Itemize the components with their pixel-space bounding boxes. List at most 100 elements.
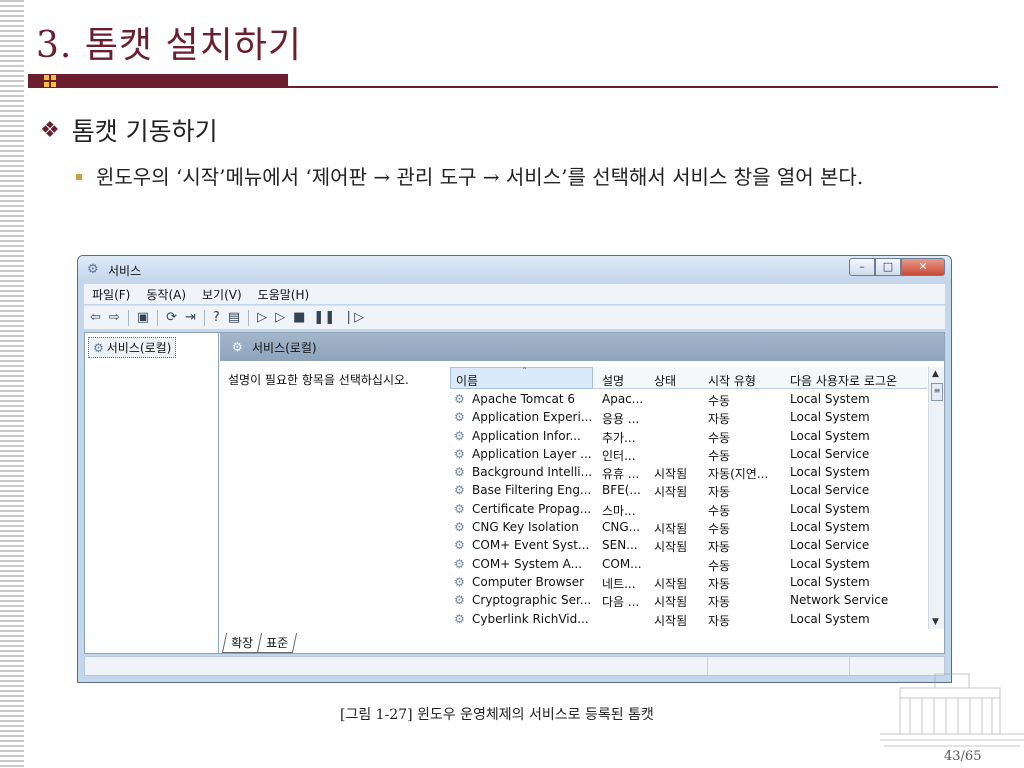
cell-status: 시작됨: [654, 522, 688, 537]
back-arrow-icon[interactable]: ⇦: [90, 310, 101, 325]
window-title: 서비스: [108, 264, 142, 278]
vertical-scrollbar[interactable]: ▲ ≡ ▼: [928, 367, 944, 629]
tab-standard[interactable]: 표준: [256, 633, 298, 653]
cell-name: CNG Key Isolation: [472, 520, 579, 535]
toolbar-separator: [127, 309, 129, 326]
cell-startup: 수동: [708, 503, 731, 518]
column-header-status[interactable]: 상태: [654, 372, 676, 389]
stop-service-icon[interactable]: ■: [293, 310, 305, 325]
cell-startup: 수동: [708, 522, 731, 537]
console-tree-icon[interactable]: ▣: [137, 310, 149, 325]
table-row[interactable]: ⚙ Certificate Propag... 스마... 수동 Local Syste…: [450, 500, 927, 518]
scroll-up-icon[interactable]: ▲: [932, 369, 939, 379]
menu-view[interactable]: 보기(V): [202, 286, 242, 303]
cell-desc: 인터...: [602, 448, 636, 463]
column-header-name[interactable]: ⌃ 이름: [450, 366, 593, 389]
table-row[interactable]: ⚙ Computer Browser 네트... 시작됨 자동 Local System: [450, 573, 927, 591]
table-row[interactable]: ⚙ Base Filtering Eng... BFE(... 시작됨 자동 Local …: [450, 481, 927, 499]
cell-name: Cryptographic Ser...: [472, 593, 592, 608]
status-segment: [849, 657, 850, 675]
service-gear-icon: ⚙: [454, 556, 465, 571]
cell-logon: Local Service: [790, 483, 870, 498]
cell-name: Background Intelli...: [472, 465, 593, 480]
page-number: 43/65: [944, 749, 982, 764]
service-gear-icon: ⚙: [454, 593, 465, 608]
close-button[interactable]: ✕: [901, 258, 945, 276]
cell-desc: COM...: [602, 556, 642, 571]
table-row[interactable]: ⚙ Application Layer ... 인터... 수동 Local Servi…: [450, 445, 927, 463]
properties-icon[interactable]: ▤: [228, 310, 240, 325]
export-list-icon[interactable]: ⇥: [185, 310, 196, 325]
services-gear-icon: ⚙: [93, 341, 104, 355]
table-row[interactable]: ⚙ Cyberlink RichVid... 시작됨 자동 Local System: [450, 610, 927, 628]
scroll-thumb[interactable]: ≡: [931, 383, 943, 401]
cell-logon: Local System: [790, 611, 870, 626]
table-row[interactable]: ⚙ COM+ System A... COM... 수동 Local System: [450, 555, 927, 573]
cell-startup: 자동: [708, 613, 731, 628]
cell-logon: Local Service: [790, 446, 870, 461]
refresh-icon[interactable]: ⟳: [166, 310, 177, 325]
description-prompt: 설명이 필요한 항목을 선택하십시오.: [228, 373, 409, 387]
bullet-level2: 윈도우의 ‘시작’메뉴에서 ‘제어판 → 관리 도구 → 서비스’를 선택해서 …: [76, 156, 996, 198]
table-row[interactable]: ⚙ CNG Key Isolation CNG... 시작됨 수동 Local Syste…: [450, 518, 927, 536]
table-row[interactable]: ⚙ COM+ Event Syst... SEN... 시작됨 자동 Local Serv…: [450, 536, 927, 554]
cell-status: 시작됨: [654, 467, 688, 482]
help-icon[interactable]: ?: [213, 310, 220, 325]
pause-service-icon[interactable]: ❚❚: [313, 310, 335, 325]
cell-startup: 수동: [708, 430, 731, 445]
cell-logon: Local System: [790, 392, 870, 406]
restart-service-icon[interactable]: ❘▷: [343, 310, 364, 325]
table-row[interactable]: ⚙ Cryptographic Ser... 다음 ... 시작됨 자동 Network …: [450, 591, 927, 609]
forward-arrow-icon[interactable]: ⇨: [109, 310, 120, 325]
cell-desc: 네트...: [602, 576, 636, 591]
service-gear-icon: ⚙: [454, 501, 465, 516]
menu-help[interactable]: 도움말(H): [258, 286, 310, 303]
table-row[interactable]: ⚙ Application Infor... 추가... 수동 Local System: [450, 427, 927, 445]
bullet-level1: ❖ 톰캣 기동하기: [40, 112, 218, 148]
window-titlebar[interactable]: ⚙ 서비스 – □ ✕: [78, 256, 951, 282]
table-row[interactable]: ⚙ Apache Tomcat 6 Apac... 수동 Local System: [450, 390, 927, 408]
service-gear-icon: ⚙: [454, 483, 465, 498]
cell-desc: 다음 ...: [602, 595, 640, 610]
cell-status: 시작됨: [654, 613, 688, 628]
cell-logon: Local System: [790, 428, 870, 443]
tree-item-services-local[interactable]: ⚙ 서비스(로컬): [88, 337, 177, 358]
tab-extended[interactable]: 확장: [221, 633, 263, 653]
service-gear-icon: ⚙: [454, 428, 465, 443]
cell-logon: Local System: [790, 520, 870, 535]
service-gear-icon: ⚙: [454, 538, 465, 553]
maximize-button[interactable]: □: [875, 258, 901, 276]
cell-startup: 자동(지연...: [708, 467, 769, 482]
toolbar: ⇦ ⇨ ▣ ⟳ ⇥ ? ▤ ▷ ▷ ■ ❚❚ ❘▷: [84, 305, 945, 329]
console-tree: ⚙ 서비스(로컬): [85, 333, 219, 653]
list-header: ⌃ 이름 설명 상태 시작 유형 다음 사용자로 로그온: [450, 366, 927, 389]
cell-logon: Network Service: [790, 593, 889, 608]
menu-action[interactable]: 동작(A): [146, 286, 186, 303]
service-gear-icon: ⚙: [454, 611, 465, 626]
column-header-description[interactable]: 설명: [602, 372, 624, 389]
cell-startup: 수동: [708, 394, 731, 408]
service-gear-icon: ⚙: [454, 392, 465, 406]
cell-desc: CNG...: [602, 520, 641, 535]
title-rule-thick: [28, 74, 288, 88]
scroll-down-icon[interactable]: ▼: [932, 617, 939, 627]
tab-standard-label: 표준: [266, 636, 289, 650]
minimize-button[interactable]: –: [849, 258, 875, 276]
cell-startup: 자동: [708, 485, 731, 500]
content-area: ⚙ 서비스(로컬) ⚙ 서비스(로컬) 설명이 필요한 항목을 선택하십시오. ⌃…: [84, 332, 945, 654]
bullet-level1-text: 톰캣 기동하기: [71, 117, 218, 146]
start-service-alt-icon[interactable]: ▷: [275, 310, 285, 325]
table-row[interactable]: ⚙ Application Experi... 응용 ... 자동 Local Syst…: [450, 408, 927, 426]
menu-file[interactable]: 파일(F): [92, 286, 130, 303]
column-header-startup-type[interactable]: 시작 유형: [708, 372, 756, 389]
column-header-logon[interactable]: 다음 사용자로 로그온: [790, 372, 897, 389]
cell-name: Application Experi...: [472, 410, 593, 425]
services-gear-icon: ⚙: [87, 262, 99, 277]
service-gear-icon: ⚙: [454, 465, 465, 480]
title-rule-thin: [288, 86, 998, 88]
table-row[interactable]: ⚙ Background Intelli... 유휴 ... 시작됨 자동(지연... L…: [450, 463, 927, 481]
services-list: ⌃ 이름 설명 상태 시작 유형 다음 사용자로 로그온 ⚙ Apache Tomc…: [450, 366, 944, 629]
start-service-icon[interactable]: ▷: [257, 310, 267, 325]
cell-logon: Local System: [790, 556, 870, 571]
cell-startup: 자동: [708, 576, 731, 591]
